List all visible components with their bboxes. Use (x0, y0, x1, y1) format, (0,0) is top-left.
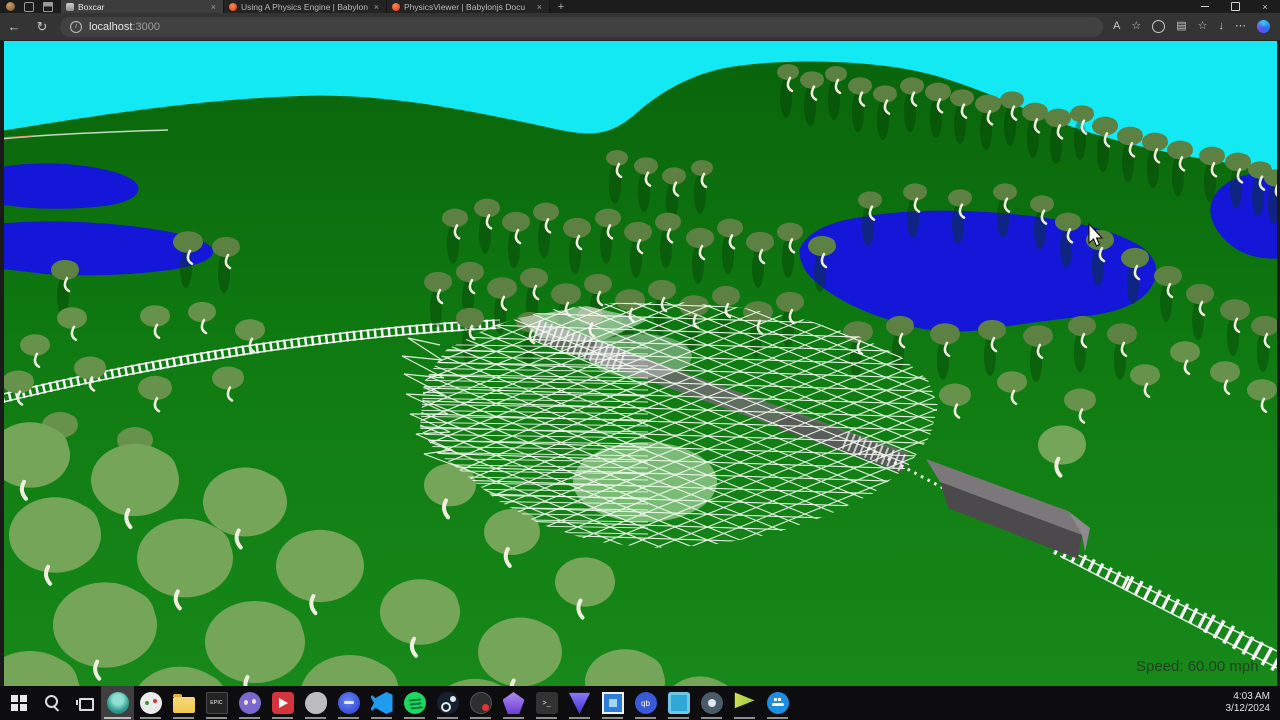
triangle-app-icon[interactable] (563, 686, 596, 720)
file-explorer-icon[interactable] (167, 686, 200, 720)
tab-using-a-physics-engine-b[interactable]: Using A Physics Engine | Babylon × (224, 0, 387, 13)
quickbooks-app-icon[interactable]: qb (629, 686, 662, 720)
tab-close-icon[interactable]: × (209, 2, 218, 12)
gem-app-icon[interactable] (497, 686, 530, 720)
collections-star-icon[interactable]: ☆ (1198, 21, 1208, 32)
toolbar-actions: A ☆ ▤ ☆ ↓ ⋯ (1113, 20, 1280, 33)
recorder-app-icon-glyph (469, 692, 492, 714)
browser-titlebar: Boxcar × Using A Physics Engine | Babylon ×… (0, 0, 1280, 13)
url-text: localhost:3000 (89, 20, 160, 33)
docker-icon-glyph (766, 692, 789, 714)
downloads-icon[interactable]: ↓ (1219, 21, 1225, 32)
gray-circle-app-icon-glyph (700, 692, 723, 714)
recorder-app-icon[interactable] (464, 686, 497, 720)
vscode-icon-glyph (370, 692, 393, 714)
babylon-scene: Speed: 60.00 mph (0, 41, 1280, 686)
file-explorer-icon-glyph (172, 693, 195, 713)
babylon-favicon (392, 2, 400, 11)
tree (478, 617, 562, 686)
taskbar-icons: EPIC >_ qb (0, 686, 794, 720)
tab-title: PhysicsViewer | Babylonjs Docu (404, 1, 526, 12)
sticker-app-icon-glyph (304, 692, 327, 714)
clock-date: 3/12/2024 (1225, 703, 1271, 714)
copilot-icon[interactable] (1257, 20, 1270, 33)
red-media-app-icon[interactable] (266, 686, 299, 720)
triangle-app-icon-glyph (568, 692, 591, 714)
purple-chat-app-icon[interactable] (233, 686, 266, 720)
task-view-button-glyph (74, 692, 96, 714)
steam-icon-glyph (436, 692, 459, 714)
browser-essentials-icon[interactable] (1152, 20, 1166, 33)
tab-boxcar[interactable]: Boxcar × (61, 0, 224, 13)
epic-games-icon[interactable]: EPIC (200, 686, 233, 720)
red-media-app-icon-glyph (271, 692, 294, 714)
babylon-favicon (229, 2, 237, 11)
gray-circle-app-icon[interactable] (695, 686, 728, 720)
epic-games-icon-glyph: EPIC (205, 692, 228, 714)
search-button-glyph (41, 692, 63, 714)
gem-app-icon-glyph (502, 692, 525, 714)
minimize-button[interactable] (1190, 0, 1220, 13)
site-info-icon[interactable]: i (70, 20, 82, 33)
sticker-app-icon[interactable] (299, 686, 332, 720)
active-app-icon[interactable] (101, 686, 134, 720)
blue-orb-app-icon[interactable] (332, 686, 365, 720)
taskbar: EPIC >_ qb 4:03 AM 3/12/2024 (0, 686, 1280, 720)
favorites-star-icon[interactable]: ☆ (1131, 21, 1141, 32)
desktop: Boxcar × Using A Physics Engine | Babylon ×… (0, 0, 1280, 720)
speed-readout: Speed: 60.00 mph (1136, 658, 1259, 675)
flag-app-icon[interactable] (728, 686, 761, 720)
search-button[interactable] (35, 686, 68, 720)
profile-avatar[interactable] (6, 2, 15, 11)
browser-toolbar: ← ↻ i localhost:3000 A ☆ ▤ ☆ ↓ ⋯ (0, 13, 1280, 41)
white-circle-app-icon-glyph (139, 692, 162, 714)
terminal-icon-glyph: >_ (535, 692, 558, 714)
blue-tile-app-icon-glyph (667, 692, 690, 714)
blue-tile-app-icon[interactable] (662, 686, 695, 720)
clock-time: 4:03 AM (1233, 691, 1270, 702)
start-button-glyph (8, 692, 30, 714)
titlebar-left-icons (0, 0, 61, 13)
back-button[interactable]: ← (0, 19, 28, 34)
close-window-button[interactable]: × (1250, 0, 1280, 13)
start-button[interactable] (2, 686, 35, 720)
restore-button[interactable] (1220, 0, 1250, 13)
flag-app-icon-glyph (734, 692, 755, 709)
tab-close-icon[interactable]: × (372, 2, 381, 12)
steam-icon[interactable] (431, 686, 464, 720)
blue-orb-app-icon-glyph (337, 692, 360, 714)
workspaces-icon[interactable] (24, 1, 34, 12)
page-favicon (66, 2, 74, 11)
white-circle-app-icon[interactable] (134, 686, 167, 720)
photos-app-icon[interactable] (596, 686, 629, 720)
docker-icon[interactable] (761, 686, 794, 720)
terminal-icon[interactable]: >_ (530, 686, 563, 720)
vscode-icon[interactable] (365, 686, 398, 720)
left-edge-bar (0, 41, 4, 686)
system-tray-clock[interactable]: 4:03 AM 3/12/2024 (1226, 686, 1280, 720)
spotify-icon-glyph (403, 692, 426, 714)
photos-app-icon-glyph (601, 692, 624, 714)
window-controls: × (1190, 0, 1280, 13)
refresh-button[interactable]: ↻ (28, 19, 56, 35)
address-bar[interactable]: i localhost:3000 (60, 16, 1103, 37)
tab-physicsviewer-babylonjs-[interactable]: PhysicsViewer | Babylonjs Docu × (387, 0, 550, 13)
tab-title: Boxcar (78, 1, 105, 12)
quickbooks-app-icon-glyph: qb (634, 692, 657, 714)
task-view-button[interactable] (68, 686, 101, 720)
read-aloud-icon[interactable]: A (1113, 21, 1120, 32)
scene-canvas[interactable]: Speed: 60.00 mph (0, 41, 1280, 686)
tab-strip: Boxcar × Using A Physics Engine | Babylon ×… (61, 0, 550, 13)
settings-more-icon[interactable]: ⋯ (1235, 21, 1246, 32)
purple-chat-app-icon-glyph (238, 692, 261, 714)
tab-actions-icon[interactable] (43, 1, 53, 12)
collections-book-icon[interactable]: ▤ (1176, 21, 1186, 32)
active-app-icon-glyph (106, 692, 129, 714)
spotify-icon[interactable] (398, 686, 431, 720)
tab-close-icon[interactable]: × (535, 2, 544, 12)
tab-title: Using A Physics Engine | Babylon (241, 1, 368, 12)
new-tab-button[interactable]: + (550, 0, 572, 13)
